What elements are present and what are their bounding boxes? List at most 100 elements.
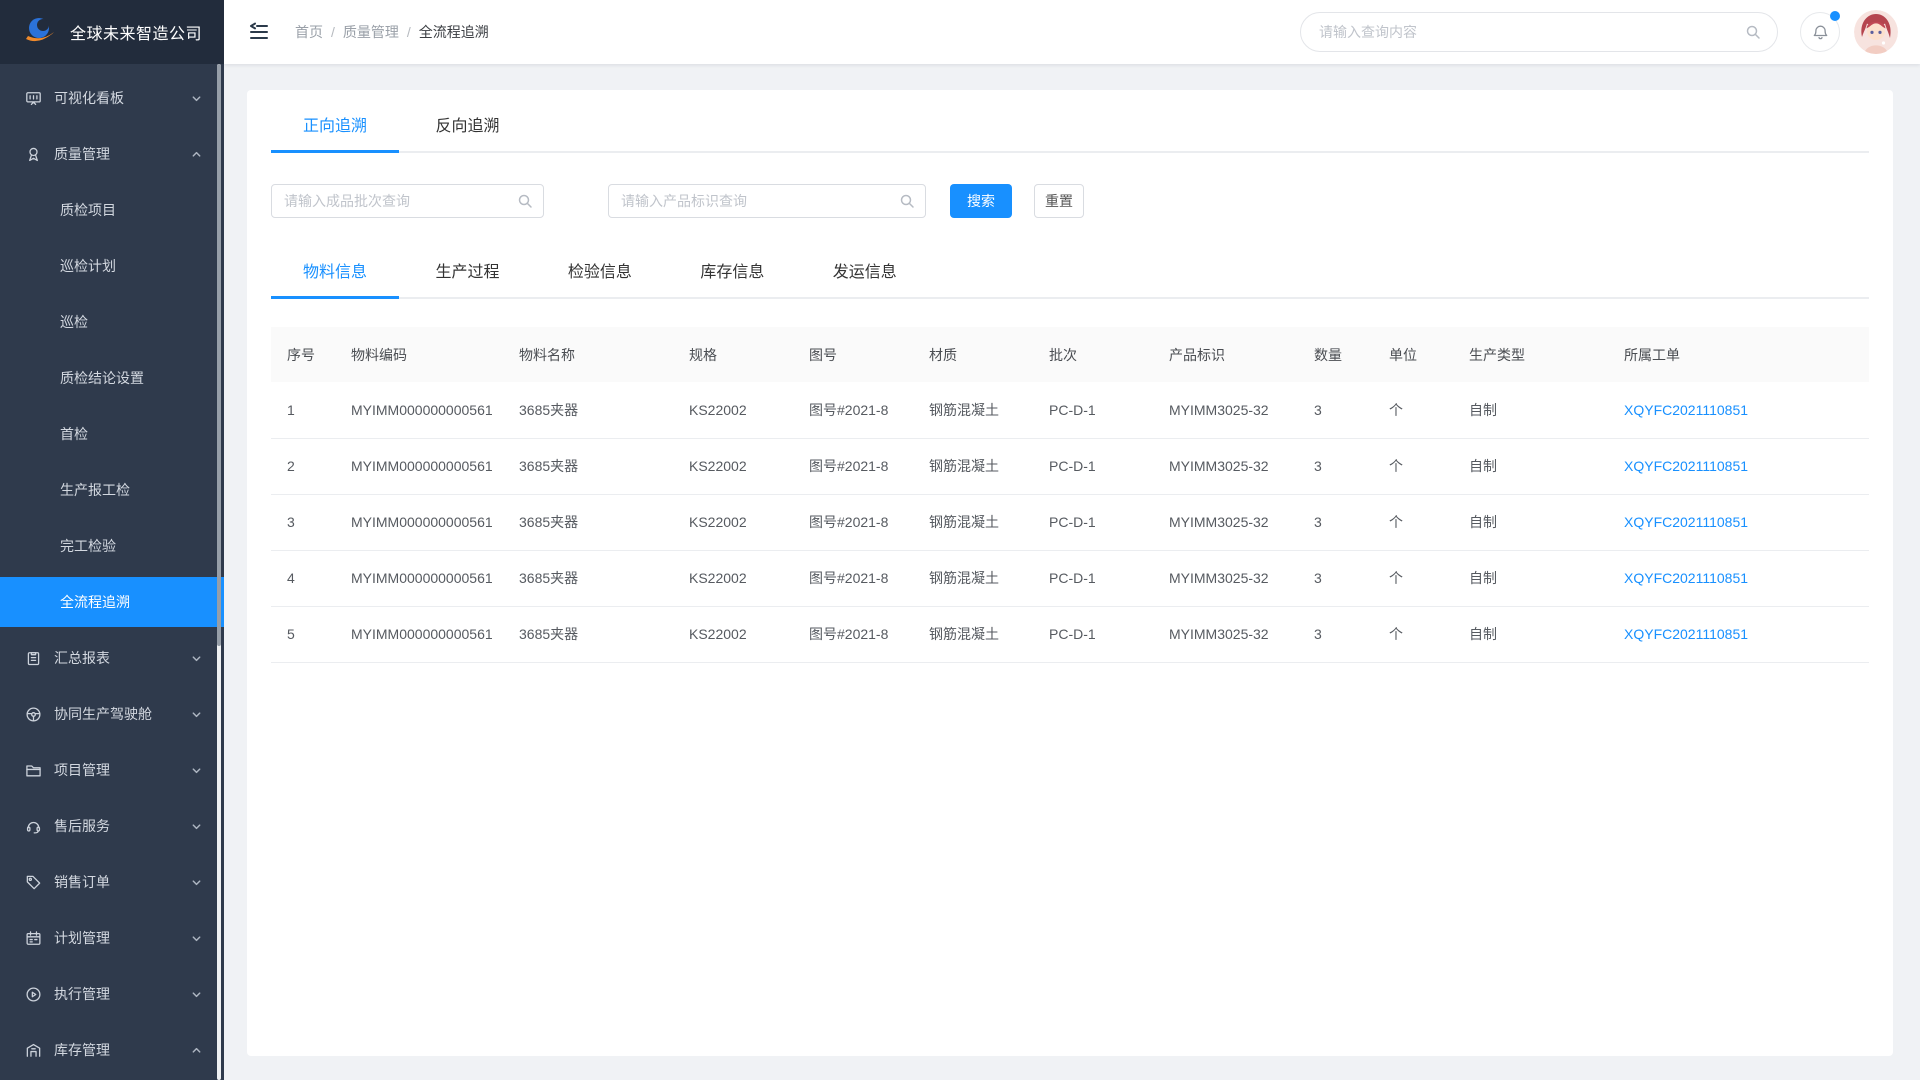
table-header-row: 序号 物料编码 物料名称 规格 图号 材质 批次 产品标识 数量 单位 生产类型… bbox=[271, 327, 1869, 382]
col-seq: 序号 bbox=[271, 327, 335, 382]
global-search-input[interactable] bbox=[1319, 24, 1745, 40]
work-order-link[interactable]: XQYFC2021110851 bbox=[1624, 570, 1748, 586]
sidebar-item-label: 执行管理 bbox=[54, 984, 110, 1004]
notification-dot bbox=[1830, 11, 1840, 21]
cell-unit: 个 bbox=[1373, 494, 1453, 550]
play-circle-icon bbox=[25, 986, 42, 1003]
sidebar-item-production-cockpit[interactable]: 协同生产驾驶舱 bbox=[0, 686, 224, 742]
tab-material-info[interactable]: 物料信息 bbox=[271, 258, 399, 288]
cell-batch: PC-D-1 bbox=[1033, 382, 1153, 438]
sidebar-item-inspection-project[interactable]: 质检项目 bbox=[0, 182, 224, 238]
search-icon bbox=[1745, 24, 1761, 40]
work-order-link[interactable]: XQYFC2021110851 bbox=[1624, 458, 1748, 474]
sidebar-item-completion-inspection[interactable]: 完工检验 bbox=[0, 518, 224, 574]
company-logo-icon bbox=[22, 14, 58, 50]
sidebar-item-label: 质量管理 bbox=[54, 144, 110, 164]
sidebar-item-summary-report[interactable]: 汇总报表 bbox=[0, 630, 224, 686]
col-quantity: 数量 bbox=[1298, 327, 1373, 382]
cell-batch: PC-D-1 bbox=[1033, 606, 1153, 662]
batch-query-field bbox=[271, 184, 544, 218]
cell-seq: 5 bbox=[271, 606, 335, 662]
cell-material-name: 3685夹器 bbox=[503, 606, 673, 662]
cell-material-code: MYIMM000000000561 bbox=[335, 438, 503, 494]
search-icon bbox=[899, 193, 915, 209]
cell-material-name: 3685夹器 bbox=[503, 550, 673, 606]
user-avatar[interactable] bbox=[1854, 10, 1898, 54]
batch-query-input[interactable] bbox=[284, 193, 517, 209]
avatar-image bbox=[1854, 10, 1898, 54]
chevron-down-icon bbox=[191, 989, 202, 1000]
report-clipboard-icon bbox=[25, 650, 42, 667]
table-row: 2 MYIMM000000000561 3685夹器 KS22002 图号#20… bbox=[271, 438, 1869, 494]
sidebar-item-project-management[interactable]: 项目管理 bbox=[0, 742, 224, 798]
menu-fold-button[interactable] bbox=[247, 20, 271, 44]
product-id-query-input[interactable] bbox=[621, 193, 899, 209]
sidebar-item-after-sales[interactable]: 售后服务 bbox=[0, 798, 224, 854]
sidebar-item-patrol[interactable]: 巡检 bbox=[0, 294, 224, 350]
sidebar-item-label: 协同生产驾驶舱 bbox=[54, 704, 152, 724]
col-work-order: 所属工单 bbox=[1608, 327, 1869, 382]
cell-material-code: MYIMM000000000561 bbox=[335, 550, 503, 606]
sidebar-item-label: 巡检计划 bbox=[60, 256, 116, 276]
trace-direction-tabs: 正向追溯 反向追溯 bbox=[271, 112, 1869, 153]
tab-backward-trace[interactable]: 反向追溯 bbox=[403, 112, 531, 142]
chevron-down-icon bbox=[191, 93, 202, 104]
sidebar-header: 全球未来智造公司 bbox=[0, 0, 224, 64]
cell-quantity: 3 bbox=[1298, 494, 1373, 550]
cell-quantity: 3 bbox=[1298, 382, 1373, 438]
sidebar-item-quality-management[interactable]: 质量管理 bbox=[0, 126, 224, 182]
work-order-link[interactable]: XQYFC2021110851 bbox=[1624, 626, 1748, 642]
sidebar-item-execution-management[interactable]: 执行管理 bbox=[0, 966, 224, 1022]
cell-unit: 个 bbox=[1373, 606, 1453, 662]
sidebar-item-full-trace[interactable]: 全流程追溯 bbox=[0, 577, 224, 627]
company-name: 全球未来智造公司 bbox=[70, 20, 202, 44]
cell-batch: PC-D-1 bbox=[1033, 494, 1153, 550]
tab-shipping-info[interactable]: 发运信息 bbox=[801, 258, 929, 288]
quality-medal-icon bbox=[25, 146, 42, 163]
sidebar-item-label: 售后服务 bbox=[54, 816, 110, 836]
breadcrumb-quality[interactable]: 质量管理 bbox=[343, 22, 399, 42]
sidebar-item-label: 质检项目 bbox=[60, 200, 116, 220]
sidebar-item-production-report-check[interactable]: 生产报工检 bbox=[0, 462, 224, 518]
material-table: 序号 物料编码 物料名称 规格 图号 材质 批次 产品标识 数量 单位 生产类型… bbox=[271, 327, 1869, 663]
sidebar-scrollbar-track[interactable] bbox=[217, 64, 221, 1080]
sidebar-item-first-inspection[interactable]: 首检 bbox=[0, 406, 224, 462]
chevron-down-icon bbox=[191, 709, 202, 720]
main-content: 正向追溯 反向追溯 搜索 重置 物料信息 bbox=[224, 64, 1920, 1080]
tab-inspection-info[interactable]: 检验信息 bbox=[536, 258, 664, 288]
cell-production-type: 自制 bbox=[1453, 494, 1608, 550]
breadcrumb: 首页 / 质量管理 / 全流程追溯 bbox=[295, 22, 489, 42]
sidebar-scrollbar-thumb[interactable] bbox=[217, 64, 221, 646]
sidebar-item-conclusion-settings[interactable]: 质检结论设置 bbox=[0, 350, 224, 406]
sidebar-item-visual-dashboard[interactable]: 可视化看板 bbox=[0, 70, 224, 126]
sidebar-item-patrol-plan[interactable]: 巡检计划 bbox=[0, 238, 224, 294]
breadcrumb-current: 全流程追溯 bbox=[419, 22, 489, 42]
cell-material-code: MYIMM000000000561 bbox=[335, 494, 503, 550]
sidebar-item-label: 首检 bbox=[60, 424, 88, 444]
cell-material-name: 3685夹器 bbox=[503, 494, 673, 550]
cell-spec: KS22002 bbox=[673, 606, 793, 662]
tab-inventory-info[interactable]: 库存信息 bbox=[668, 258, 796, 288]
cell-quantity: 3 bbox=[1298, 550, 1373, 606]
sidebar-item-inventory-management[interactable]: 库存管理 bbox=[0, 1022, 224, 1078]
dashboard-board-icon bbox=[25, 90, 42, 107]
notifications-button[interactable] bbox=[1800, 12, 1840, 52]
tab-production-process[interactable]: 生产过程 bbox=[403, 258, 531, 288]
tab-forward-trace[interactable]: 正向追溯 bbox=[271, 112, 399, 142]
breadcrumb-home[interactable]: 首页 bbox=[295, 22, 323, 42]
chevron-down-icon bbox=[191, 653, 202, 664]
sidebar-item-plan-management[interactable]: 计划管理 bbox=[0, 910, 224, 966]
reset-button[interactable]: 重置 bbox=[1034, 184, 1084, 218]
sidebar-item-label: 库存管理 bbox=[54, 1040, 110, 1060]
search-button[interactable]: 搜索 bbox=[950, 184, 1012, 218]
work-order-link[interactable]: XQYFC2021110851 bbox=[1624, 514, 1748, 530]
table-row: 1 MYIMM000000000561 3685夹器 KS22002 图号#20… bbox=[271, 382, 1869, 438]
cell-drawing-no: 图号#2021-8 bbox=[793, 382, 913, 438]
col-product-id: 产品标识 bbox=[1153, 327, 1298, 382]
cell-unit: 个 bbox=[1373, 438, 1453, 494]
cell-seq: 3 bbox=[271, 494, 335, 550]
work-order-link[interactable]: XQYFC2021110851 bbox=[1624, 402, 1748, 418]
sidebar-item-sales-order[interactable]: 销售订单 bbox=[0, 854, 224, 910]
cell-seq: 1 bbox=[271, 382, 335, 438]
cell-spec: KS22002 bbox=[673, 438, 793, 494]
